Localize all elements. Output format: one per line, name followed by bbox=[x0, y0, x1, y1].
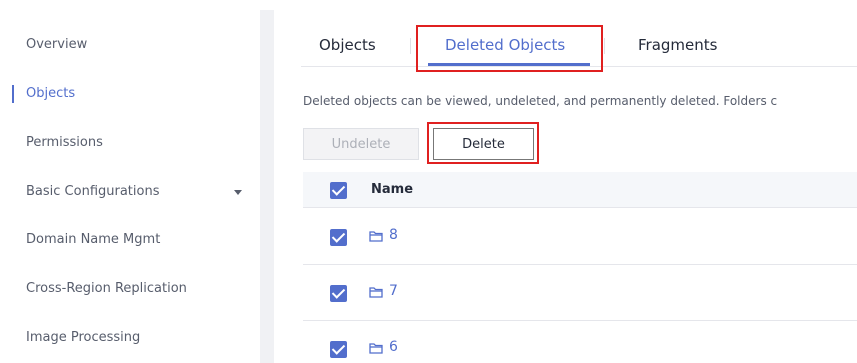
sidebar-item-cross-region-replication[interactable]: Cross-Region Replication bbox=[26, 281, 187, 296]
highlight-box-tab bbox=[416, 25, 603, 72]
tab-fragments[interactable]: Fragments bbox=[638, 36, 717, 54]
folder-icon bbox=[369, 231, 383, 242]
sidebar-divider bbox=[260, 10, 274, 363]
row-checkbox[interactable] bbox=[330, 229, 347, 246]
tab-separator bbox=[410, 38, 411, 54]
folder-name-link[interactable]: 6 bbox=[389, 339, 398, 355]
table-header: Name bbox=[303, 172, 857, 208]
folder-name-link[interactable]: 7 bbox=[389, 283, 398, 299]
folder-name-link[interactable]: 8 bbox=[389, 227, 398, 243]
column-header-name[interactable]: Name bbox=[371, 182, 413, 197]
tab-separator bbox=[604, 38, 605, 54]
undelete-button[interactable]: Undelete bbox=[303, 128, 419, 160]
tab-objects[interactable]: Objects bbox=[319, 36, 376, 54]
sidebar-item-objects[interactable]: Objects bbox=[26, 86, 75, 101]
chevron-down-icon[interactable] bbox=[234, 190, 242, 195]
select-all-checkbox[interactable] bbox=[330, 182, 347, 199]
table-row: 6 bbox=[303, 321, 857, 363]
sidebar-item-image-processing[interactable]: Image Processing bbox=[26, 330, 140, 345]
row-checkbox[interactable] bbox=[330, 285, 347, 302]
row-checkbox[interactable] bbox=[330, 341, 347, 358]
folder-icon bbox=[369, 287, 383, 298]
sidebar: Overview Objects Permissions Basic Confi… bbox=[0, 0, 260, 363]
sidebar-item-domain-name-mgmt[interactable]: Domain Name Mgmt bbox=[26, 232, 160, 247]
sidebar-item-overview[interactable]: Overview bbox=[26, 37, 87, 52]
sidebar-item-basic-configurations[interactable]: Basic Configurations bbox=[26, 184, 160, 199]
table-row: 7 bbox=[303, 265, 857, 321]
sidebar-item-permissions[interactable]: Permissions bbox=[26, 135, 103, 150]
sidebar-active-indicator bbox=[12, 85, 14, 103]
table-row: 8 bbox=[303, 209, 857, 265]
info-text: Deleted objects can be viewed, undeleted… bbox=[303, 94, 778, 108]
highlight-box-delete bbox=[427, 122, 539, 164]
folder-icon bbox=[369, 343, 383, 354]
